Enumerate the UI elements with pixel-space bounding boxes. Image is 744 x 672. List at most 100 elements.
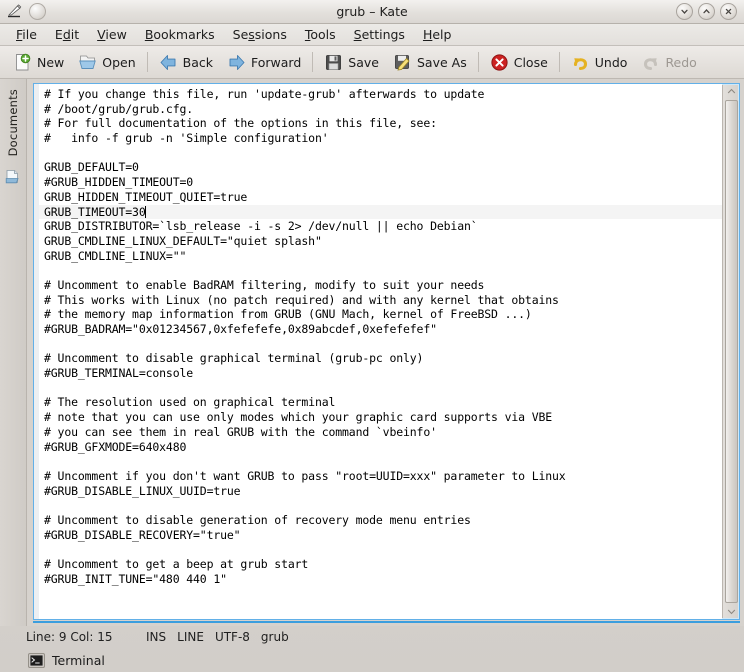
status-bar: Line: 9 Col: 15 INS LINE UTF-8 grub bbox=[0, 626, 744, 648]
menu-view[interactable]: View bbox=[88, 25, 136, 45]
title-bar-left-icons bbox=[0, 3, 46, 20]
toolbar-separator bbox=[558, 52, 560, 72]
editor-line[interactable] bbox=[39, 498, 722, 513]
kate-pencil-icon[interactable] bbox=[6, 3, 23, 20]
text-editor-content[interactable]: # If you change this file, run 'update-g… bbox=[39, 84, 722, 619]
text-cursor bbox=[144, 205, 146, 218]
bottom-tool-view-bar: Terminal bbox=[0, 648, 744, 672]
scrollbar-track[interactable] bbox=[723, 99, 740, 604]
editor-line[interactable]: # If you change this file, run 'update-g… bbox=[39, 87, 722, 102]
menu-edit[interactable]: Edit bbox=[46, 25, 88, 45]
editor-line[interactable]: # note that you can use only modes which… bbox=[39, 410, 722, 425]
editor-frame: # If you change this file, run 'update-g… bbox=[33, 83, 740, 620]
editor-line[interactable]: #GRUB_INIT_TUNE="480 440 1" bbox=[39, 572, 722, 587]
editor-line[interactable]: #GRUB_DISABLE_LINUX_UUID=true bbox=[39, 484, 722, 499]
editor-line[interactable]: # Uncomment to enable BadRAM filtering, … bbox=[39, 278, 722, 293]
editor-line[interactable]: # Uncomment to disable generation of rec… bbox=[39, 513, 722, 528]
title-bar: grub – Kate bbox=[0, 0, 744, 24]
forward-button-label: Forward bbox=[251, 54, 302, 70]
documents-icon[interactable] bbox=[4, 167, 23, 186]
back-button-label: Back bbox=[182, 54, 214, 70]
cursor-position: Line: 9 Col: 15 bbox=[26, 630, 113, 644]
encoding-indicator[interactable]: UTF-8 bbox=[215, 630, 250, 644]
keep-above-icon[interactable] bbox=[29, 3, 46, 20]
menu-settings[interactable]: Settings bbox=[345, 25, 414, 45]
editor-line[interactable]: # you can see them in real GRUB with the… bbox=[39, 425, 722, 440]
editor-line[interactable]: GRUB_CMDLINE_LINUX_DEFAULT="quiet splash… bbox=[39, 234, 722, 249]
editor-accent-underline bbox=[33, 621, 740, 623]
new-button[interactable]: New bbox=[6, 49, 71, 76]
arrow-right-icon bbox=[227, 53, 246, 72]
save-as-button-label: Save As bbox=[416, 54, 467, 70]
forward-button[interactable]: Forward bbox=[220, 49, 308, 76]
editor-line[interactable]: # For full documentation of the options … bbox=[39, 116, 722, 131]
window-controls bbox=[676, 3, 744, 20]
toolbar-separator bbox=[312, 52, 314, 72]
window-title: grub – Kate bbox=[336, 3, 408, 19]
editor-line[interactable]: GRUB_DEFAULT=0 bbox=[39, 160, 722, 175]
menu-bookmarks[interactable]: Bookmarks bbox=[136, 25, 224, 45]
menu-tools[interactable]: Tools bbox=[296, 25, 345, 45]
floppy-disk-icon bbox=[324, 53, 343, 72]
selection-mode-indicator[interactable]: LINE bbox=[177, 630, 204, 644]
document-name-indicator: grub bbox=[260, 630, 289, 644]
save-button-label: Save bbox=[348, 54, 379, 70]
editor-line[interactable]: # Uncomment to disable graphical termina… bbox=[39, 351, 722, 366]
main-toolbar: New Open Back Forward Save Save As Close… bbox=[0, 46, 744, 79]
editor-line[interactable]: # This works with Linux (no patch requir… bbox=[39, 293, 722, 308]
menu-bar: File Edit View Bookmarks Sessions Tools … bbox=[0, 24, 744, 46]
new-document-icon bbox=[13, 53, 32, 72]
scrollbar-thumb[interactable] bbox=[724, 100, 738, 603]
editor-vertical-scrollbar[interactable] bbox=[722, 84, 739, 619]
redo-button[interactable]: Redo bbox=[634, 49, 703, 76]
editor-line[interactable] bbox=[39, 337, 722, 352]
editor-line[interactable]: #GRUB_DISABLE_RECOVERY="true" bbox=[39, 528, 722, 543]
back-button[interactable]: Back bbox=[152, 49, 220, 76]
editor-line[interactable]: # info -f grub -n 'Simple configuration' bbox=[39, 131, 722, 146]
editor-line[interactable]: # Uncomment to get a beep at grub start bbox=[39, 557, 722, 572]
undo-button[interactable]: Undo bbox=[564, 49, 635, 76]
scroll-up-icon[interactable] bbox=[723, 84, 740, 99]
editor-line[interactable] bbox=[39, 146, 722, 161]
open-button[interactable]: Open bbox=[71, 49, 142, 76]
status-flags: INS LINE UTF-8 grub bbox=[146, 630, 289, 644]
editor-line[interactable]: #GRUB_BADRAM="0x01234567,0xfefefefe,0x89… bbox=[39, 322, 722, 337]
editor-line[interactable]: # /boot/grub/grub.cfg. bbox=[39, 102, 722, 117]
menu-sessions[interactable]: Sessions bbox=[224, 25, 296, 45]
scroll-down-icon[interactable] bbox=[723, 604, 740, 619]
editor-line[interactable]: # Uncomment if you don't want GRUB to pa… bbox=[39, 469, 722, 484]
left-sidebar: Documents bbox=[0, 79, 27, 626]
insert-mode-indicator[interactable]: INS bbox=[146, 630, 166, 644]
terminal-tab-label[interactable]: Terminal bbox=[52, 653, 105, 668]
save-as-button[interactable]: Save As bbox=[386, 49, 474, 76]
editor-line[interactable]: #GRUB_TERMINAL=console bbox=[39, 366, 722, 381]
editor-line[interactable] bbox=[39, 542, 722, 557]
close-button[interactable] bbox=[720, 3, 737, 20]
editor-line[interactable]: #GRUB_GFXMODE=640x480 bbox=[39, 440, 722, 455]
editor-area: # If you change this file, run 'update-g… bbox=[27, 79, 744, 626]
kate-window: grub – Kate File Edit View Bookmarks Ses… bbox=[0, 0, 744, 672]
terminal-icon[interactable] bbox=[28, 652, 45, 668]
editor-line[interactable]: # The resolution used on graphical termi… bbox=[39, 395, 722, 410]
redo-button-label: Redo bbox=[665, 54, 697, 70]
close-button-toolbar[interactable]: Close bbox=[483, 49, 555, 76]
sidebar-tab-documents[interactable]: Documents bbox=[6, 85, 20, 160]
close-circle-icon bbox=[490, 53, 509, 72]
minimize-button[interactable] bbox=[676, 3, 693, 20]
editor-line[interactable] bbox=[39, 381, 722, 396]
menu-file[interactable]: File bbox=[7, 25, 46, 45]
close-button-label: Close bbox=[513, 54, 548, 70]
save-button[interactable]: Save bbox=[317, 49, 386, 76]
editor-line[interactable]: #GRUB_HIDDEN_TIMEOUT=0 bbox=[39, 175, 722, 190]
open-folder-icon bbox=[78, 53, 97, 72]
toolbar-separator bbox=[146, 52, 148, 72]
editor-line[interactable]: GRUB_TIMEOUT=30 bbox=[39, 204, 722, 220]
editor-line[interactable]: GRUB_HIDDEN_TIMEOUT_QUIET=true bbox=[39, 190, 722, 205]
editor-line[interactable] bbox=[39, 454, 722, 469]
menu-help[interactable]: Help bbox=[414, 25, 461, 45]
maximize-button[interactable] bbox=[698, 3, 715, 20]
editor-line[interactable]: GRUB_DISTRIBUTOR=`lsb_release -i -s 2> /… bbox=[39, 219, 722, 234]
editor-line[interactable]: # the memory map information from GRUB (… bbox=[39, 307, 722, 322]
editor-line[interactable] bbox=[39, 263, 722, 278]
editor-line[interactable]: GRUB_CMDLINE_LINUX="" bbox=[39, 249, 722, 264]
